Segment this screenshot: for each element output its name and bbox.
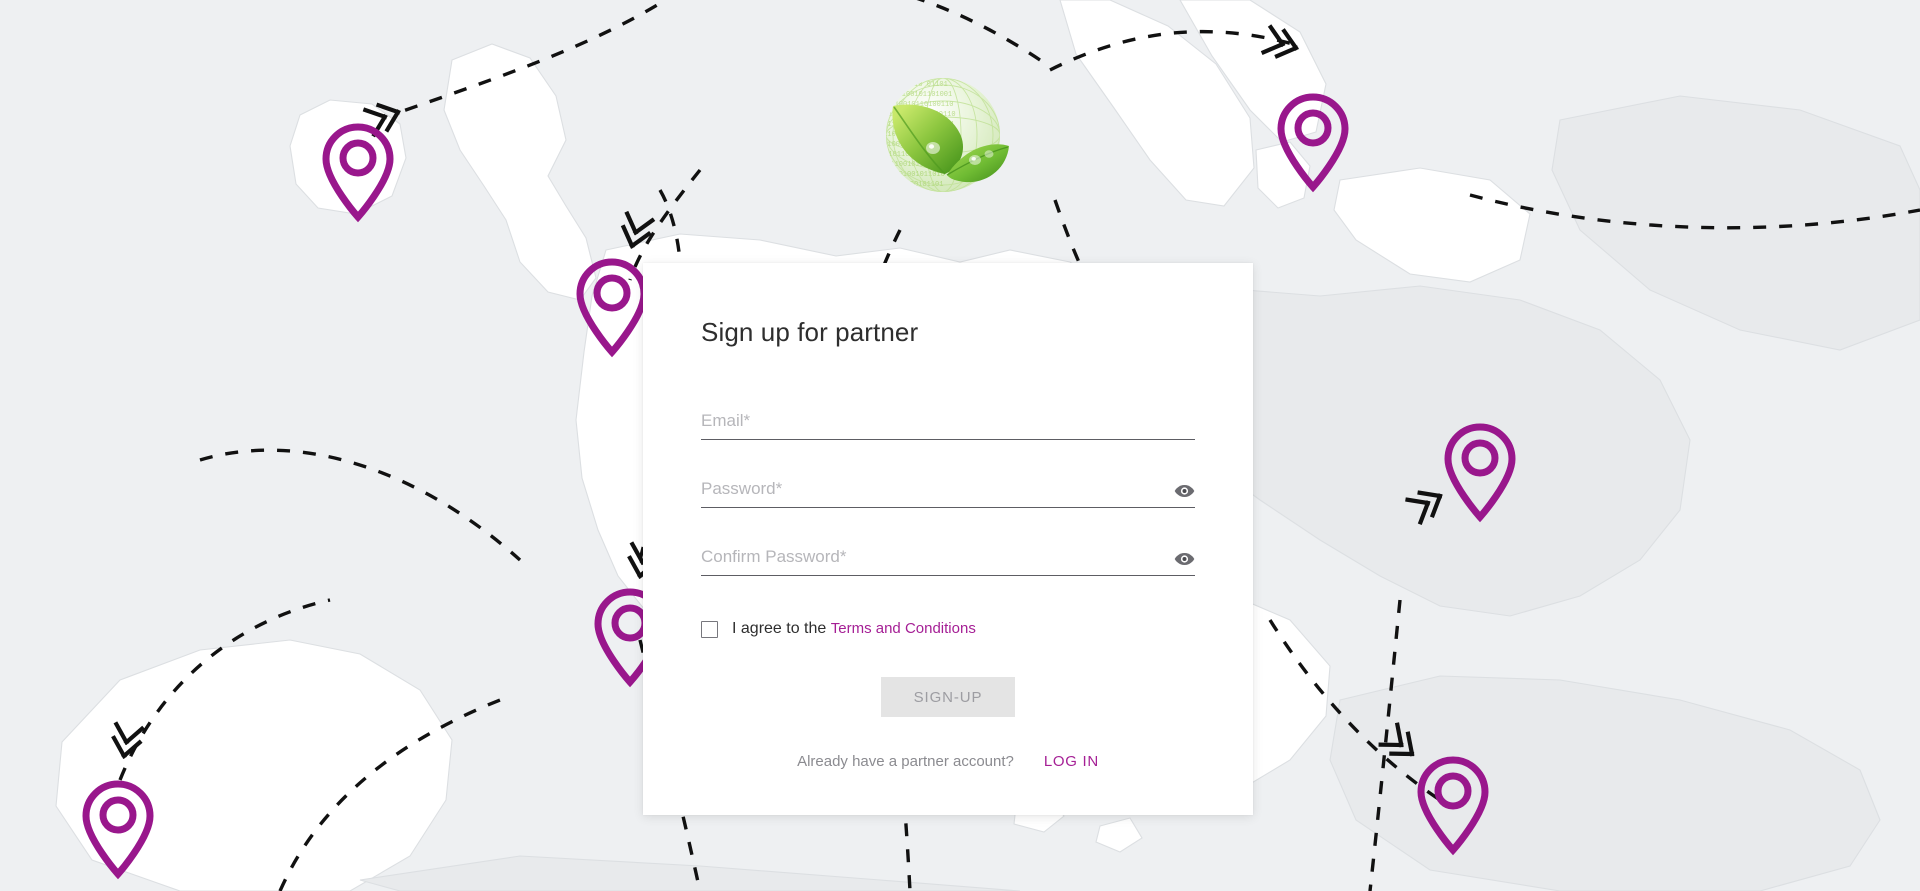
terms-label-text: I agree to the [732, 620, 827, 638]
signup-card: Sign up for partner Email* I agree to th… [643, 263, 1253, 815]
page-title: Sign up for partner [701, 317, 919, 347]
signup-page: 10010110 01101 0110100101101001 10110010… [0, 0, 1920, 891]
terms-agreement-row: I agree to the Terms and Conditions [701, 620, 1195, 638]
green-globe-leaves-logo: 10010110 01101 0110100101101001 10110010… [867, 62, 1019, 214]
existing-account-question: Already have a partner account? [797, 753, 1014, 771]
confirm-password-field-group [701, 547, 1195, 577]
confirm-password-input[interactable] [701, 547, 1195, 577]
card-footer: Already have a partner account? LOG IN [701, 753, 1195, 770]
svg-text:01101001011010: 01101001011010 [886, 171, 945, 179]
confirm-password-visibility-eye-icon[interactable] [1173, 550, 1195, 568]
password-visibility-eye-icon[interactable] [1173, 482, 1195, 500]
login-link[interactable]: LOG IN [1044, 753, 1099, 770]
terms-checkbox[interactable] [701, 620, 718, 638]
signup-button[interactable]: SIGN-UP [881, 677, 1015, 718]
terms-label: I agree to the Terms and Conditions [732, 620, 976, 638]
password-input[interactable] [701, 479, 1195, 509]
terms-and-conditions-link[interactable]: Terms and Conditions [831, 620, 976, 637]
email-field-group [701, 411, 1195, 441]
password-field-group [701, 479, 1195, 509]
email-input[interactable] [701, 411, 1195, 441]
signup-button-container: SIGN-UP [701, 677, 1195, 718]
